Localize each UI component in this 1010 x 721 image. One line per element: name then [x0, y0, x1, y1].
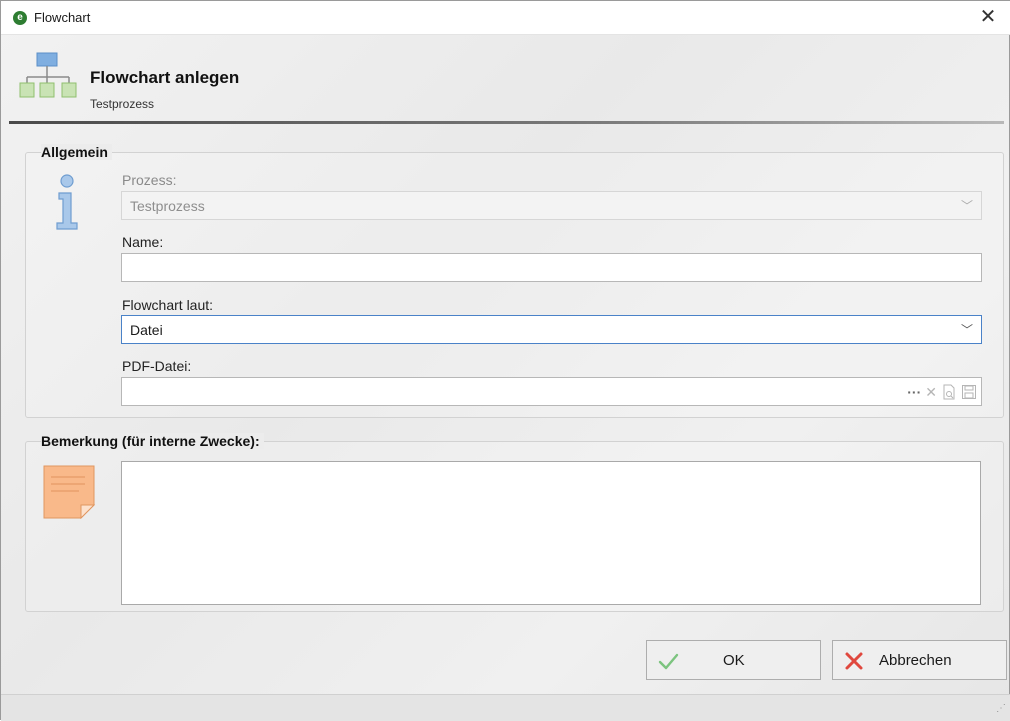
info-icon: [56, 174, 78, 230]
remark-textarea[interactable]: [121, 461, 981, 605]
flowchart-by-select[interactable]: Datei ﹀: [121, 315, 982, 344]
checkmark-icon: [658, 653, 679, 670]
pdf-file-label: PDF-Datei:: [122, 358, 192, 374]
remark-group-title: Bemerkung (für interne Zwecke):: [41, 433, 264, 449]
preview-document-icon[interactable]: [941, 384, 957, 400]
name-input[interactable]: [121, 253, 982, 282]
ok-label: OK: [723, 652, 745, 669]
process-label: Prozess:: [122, 172, 177, 188]
dialog-title: Flowchart anlegen: [90, 68, 240, 87]
status-bar: ⋰: [1, 694, 1010, 721]
flowchart-by-label: Flowchart laut:: [122, 297, 214, 313]
dialog-header: Flowchart anlegen Testprozess: [1, 35, 1010, 121]
close-button[interactable]: ✕: [965, 1, 1010, 35]
process-select: Testprozess ﹀: [121, 191, 982, 220]
close-icon: ✕: [979, 6, 997, 28]
cancel-label: Abbrechen: [879, 652, 952, 669]
flowchart-icon: [19, 52, 77, 98]
header-divider: [9, 121, 1004, 124]
clear-icon[interactable]: ✕: [925, 384, 937, 400]
general-group-title: Allgemein: [41, 144, 112, 160]
pdf-file-tools: ··· ✕: [907, 384, 977, 400]
save-icon[interactable]: [961, 384, 977, 400]
resize-grip-icon[interactable]: ⋰: [996, 703, 1006, 714]
pdf-file-input[interactable]: ··· ✕: [121, 377, 982, 406]
flowchart-by-value: Datei: [130, 322, 163, 338]
browse-icon[interactable]: ···: [907, 384, 921, 400]
ok-button[interactable]: OK: [646, 640, 821, 680]
sticky-note-icon: [43, 465, 95, 519]
app-logo-icon: e: [13, 11, 27, 25]
cancel-button[interactable]: Abbrechen: [832, 640, 1007, 680]
cancel-x-icon: [845, 652, 863, 670]
dialog-window: e Flowchart ✕ Flowchart anlegen Testproz…: [0, 0, 1010, 721]
chevron-down-icon[interactable]: ﹀: [961, 321, 973, 338]
name-label: Name:: [122, 234, 164, 250]
title-bar: e Flowchart ✕: [1, 1, 1010, 35]
dialog-subtitle: Testprozess: [90, 97, 155, 111]
window-title: Flowchart: [34, 10, 91, 25]
chevron-down-icon: ﹀: [960, 199, 973, 213]
process-value: Testprozess: [130, 198, 205, 214]
